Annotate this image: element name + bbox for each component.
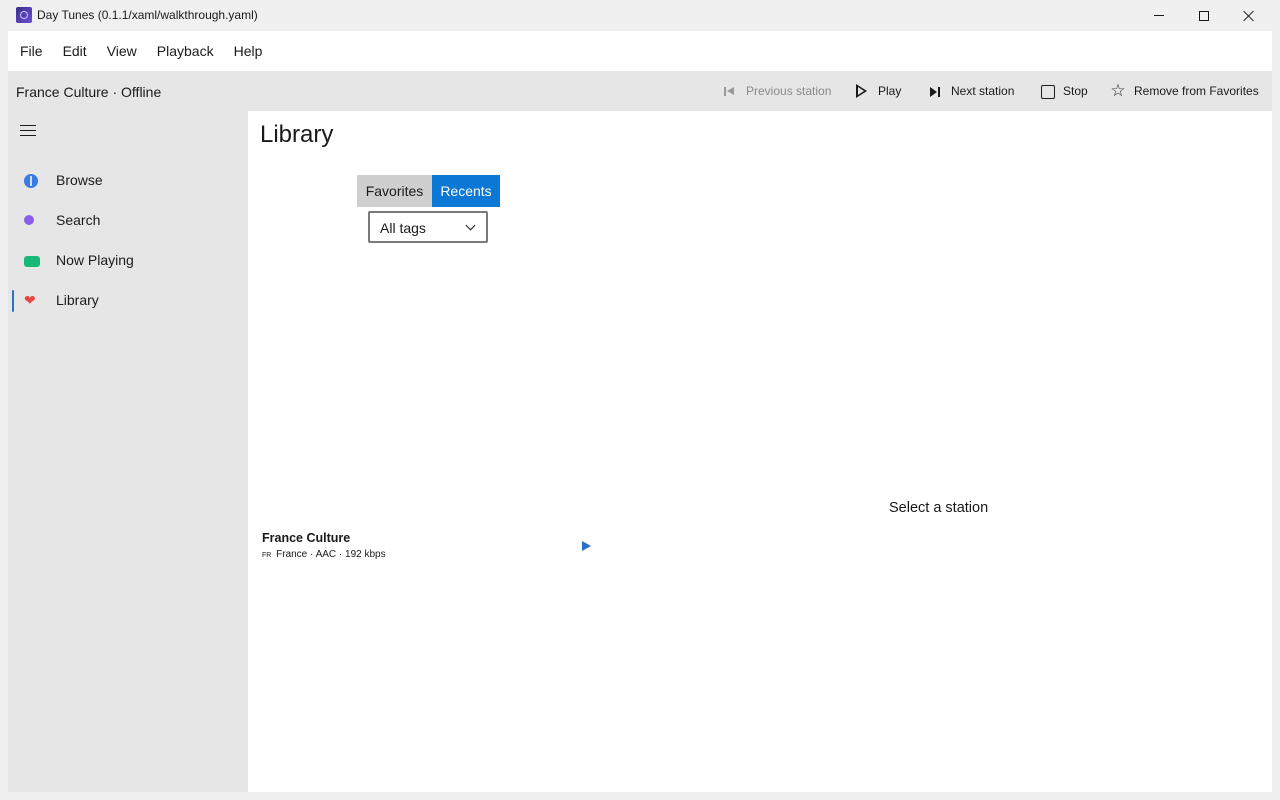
sidebar-item-label: Now Playing [56, 252, 134, 268]
tag-filter-dropdown[interactable]: All tags [368, 211, 488, 243]
window-title: Day Tunes (0.1.1/xaml/walkthrough.yaml) [37, 8, 258, 22]
sidebar-item-now-playing[interactable]: Now Playing [8, 242, 248, 278]
play-icon [854, 83, 870, 99]
hamburger-menu-icon[interactable] [20, 125, 36, 137]
play-icon[interactable] [582, 541, 591, 551]
playback-toolbar: France Culture · Offline Previous statio… [8, 71, 1272, 111]
page-title: Library [260, 121, 334, 148]
station-list-item[interactable]: France Culture FR France · AAC · 192 kbp… [260, 527, 600, 571]
heart-icon: ❤ [24, 292, 36, 308]
sidebar-item-label: Library [56, 292, 99, 308]
library-page: Library Favorites Recents All tags Franc… [248, 111, 1272, 792]
stop-icon [1039, 83, 1055, 99]
close-icon [1243, 10, 1255, 22]
maximize-icon [1199, 10, 1209, 21]
search-icon [24, 215, 34, 225]
remove-favorite-button[interactable]: ☆ Remove from Favorites [1110, 81, 1259, 101]
station-details: France · AAC · 192 kbps [276, 549, 386, 560]
minimize-icon [1154, 15, 1164, 16]
menu-help[interactable]: Help [226, 31, 271, 71]
menu-file[interactable]: File [12, 31, 51, 71]
play-label: Play [878, 84, 902, 98]
station-meta: FR France · AAC · 192 kbps [262, 549, 386, 560]
sidebar-item-label: Search [56, 212, 101, 228]
skip-previous-icon [722, 83, 738, 99]
sidebar-item-label: Browse [56, 172, 103, 188]
play-button[interactable]: Play [854, 81, 901, 101]
minimize-button[interactable] [1136, 0, 1182, 31]
station-name: France Culture [262, 531, 351, 545]
maximize-button[interactable] [1181, 0, 1227, 31]
chevron-down-icon [465, 220, 476, 231]
star-icon: ☆ [1110, 81, 1126, 100]
menu-view[interactable]: View [99, 31, 145, 71]
next-station-label: Next station [951, 84, 1015, 98]
sidebar-item-search[interactable]: Search [8, 202, 248, 238]
playback-status: France Culture · Offline [16, 84, 162, 100]
menu-edit[interactable]: Edit [55, 31, 95, 71]
tab-recents[interactable]: Recents [432, 175, 500, 207]
previous-station-label: Previous station [746, 84, 832, 98]
country-code: FR [262, 552, 272, 559]
sidebar-item-library[interactable]: ❤ Library [8, 282, 248, 318]
stop-label: Stop [1063, 84, 1088, 98]
tab-favorites[interactable]: Favorites [357, 175, 432, 207]
remove-favorite-label: Remove from Favorites [1134, 84, 1259, 98]
stop-button[interactable]: Stop [1039, 81, 1088, 101]
station-detail-placeholder: Select a station [889, 500, 989, 516]
tag-filter-value: All tags [380, 220, 426, 236]
menu-playback[interactable]: Playback [149, 31, 222, 71]
close-button[interactable] [1226, 0, 1272, 31]
skip-next-icon [927, 83, 943, 99]
sidebar: Browse Search Now Playing ❤ Library [8, 111, 248, 792]
now-playing-icon [24, 256, 40, 267]
next-station-button[interactable]: Next station [927, 81, 1014, 101]
title-bar: Day Tunes (0.1.1/xaml/walkthrough.yaml) [0, 0, 1280, 31]
active-indicator [12, 290, 14, 312]
previous-station-button[interactable]: Previous station [722, 81, 831, 101]
sidebar-item-browse[interactable]: Browse [8, 162, 248, 198]
menu-bar: File Edit View Playback Help [8, 31, 1272, 71]
app-icon [16, 7, 32, 23]
compass-icon [24, 174, 38, 188]
